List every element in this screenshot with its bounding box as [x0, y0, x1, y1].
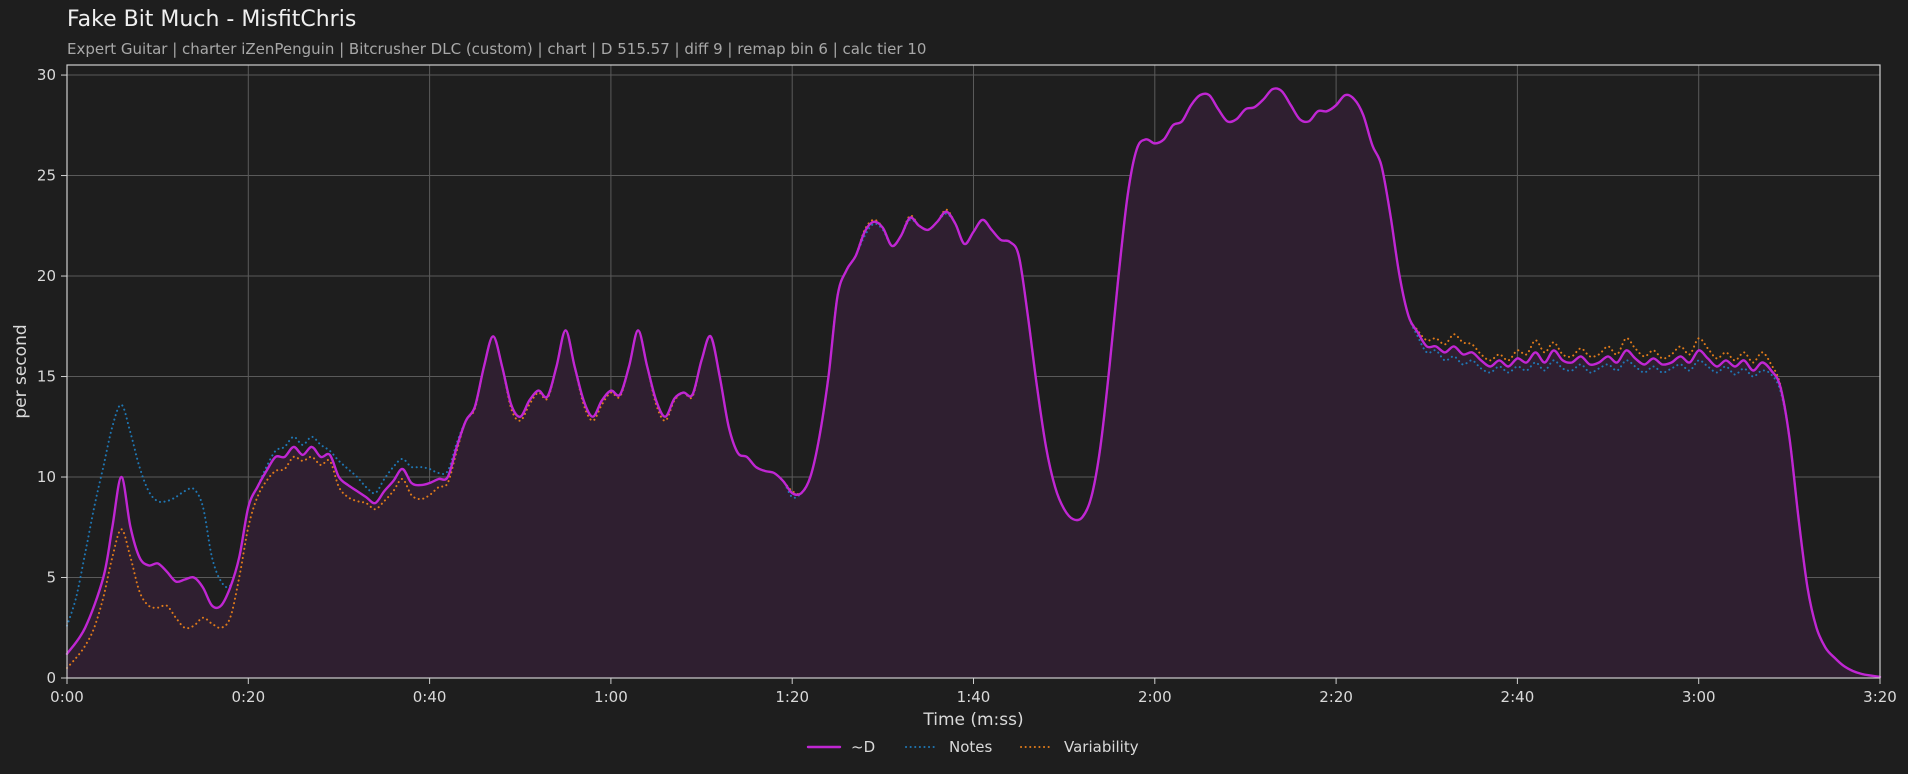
y-tick-label: 15	[37, 368, 56, 386]
x-tick-label: 3:00	[1682, 688, 1716, 706]
legend: ~D Notes Variability	[806, 738, 1139, 756]
y-tick-label: 10	[37, 468, 56, 486]
y-tick-label: 20	[37, 267, 56, 285]
x-tick-label: 1:40	[957, 688, 991, 706]
y-tick-label: 5	[46, 569, 56, 587]
x-tick-label: 3:20	[1863, 688, 1897, 706]
y-tick-label: 25	[37, 167, 56, 185]
x-tick-label: 1:00	[594, 688, 628, 706]
x-tick-label: 0:40	[413, 688, 447, 706]
x-tick-label: 0:00	[50, 688, 84, 706]
legend-label: Variability	[1064, 738, 1139, 756]
y-tick-label: 0	[46, 669, 56, 687]
x-axis-label: Time (m:ss)	[922, 710, 1023, 730]
legend-label: Notes	[949, 738, 993, 756]
y-axis-label: per second	[11, 324, 31, 418]
y-tick-label: 30	[37, 66, 56, 84]
line-chart: 0:00 0:20 0:40 1:00 1:20 1:40 2:00 2:20 2:40 3:00…	[11, 64, 1897, 756]
x-tick-label: 2:40	[1501, 688, 1535, 706]
x-tick-label: 0:20	[231, 688, 265, 706]
x-tick-label: 2:00	[1138, 688, 1172, 706]
legend-label: ~D	[851, 738, 875, 756]
x-tick-label: 1:20	[775, 688, 809, 706]
x-tick-label: 2:20	[1319, 688, 1353, 706]
